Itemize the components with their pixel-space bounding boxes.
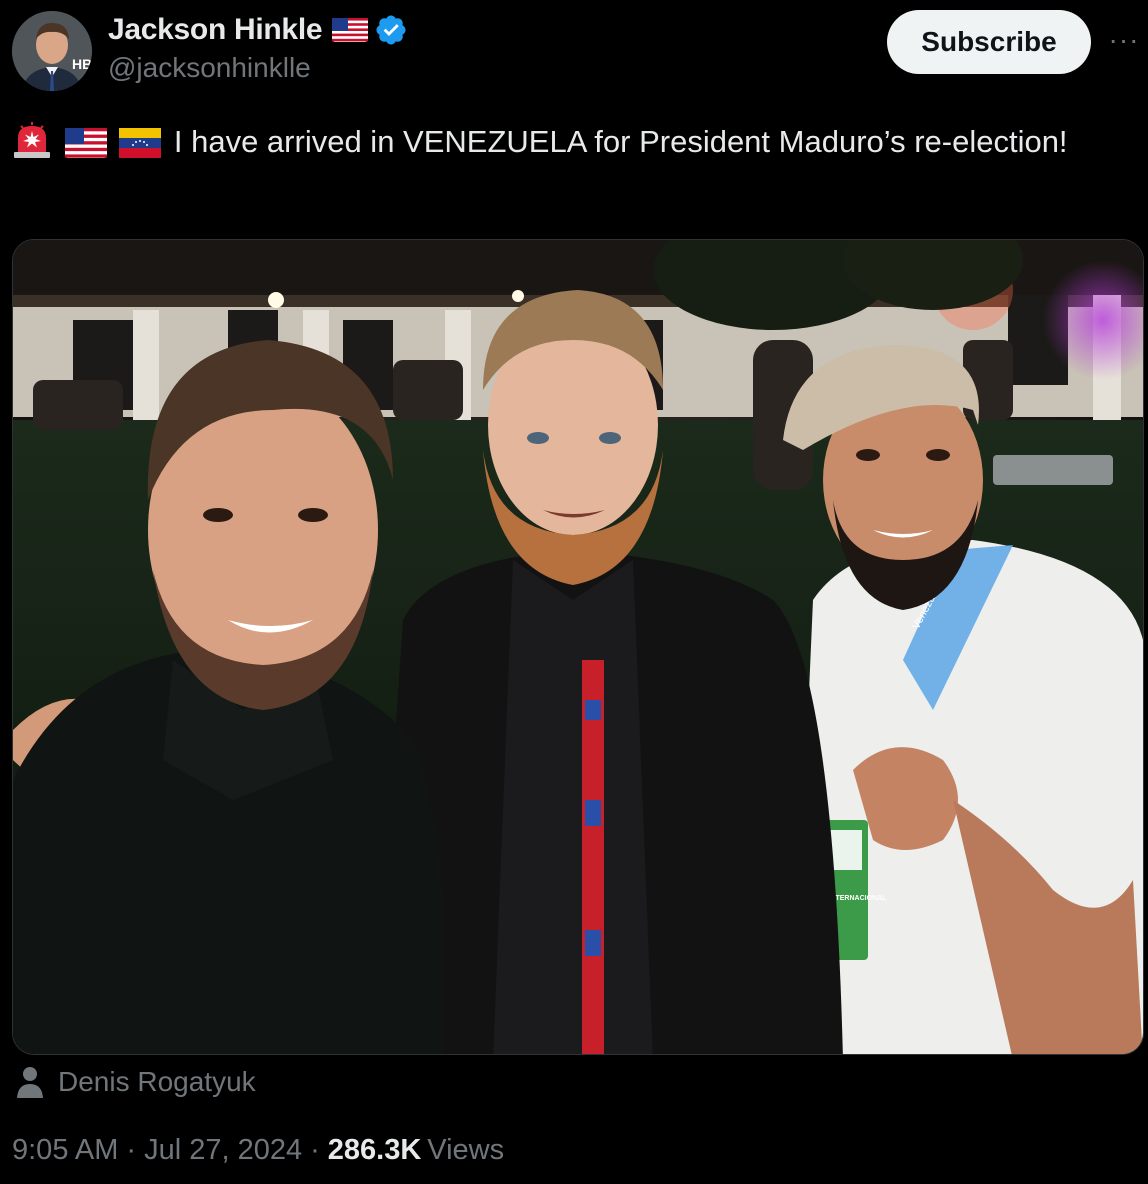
us-flag-icon bbox=[64, 128, 107, 158]
views-count: 286.3K bbox=[327, 1134, 422, 1166]
tagged-user-name[interactable]: Denis Rogatyuk bbox=[58, 1066, 256, 1098]
more-options-icon[interactable]: ··· bbox=[1106, 22, 1142, 58]
venezuela-flag-icon bbox=[119, 128, 162, 158]
tweet-media-photo[interactable]: INVITADO INTERNACIONAL Venezuela bbox=[12, 239, 1144, 1055]
person-icon bbox=[17, 1067, 43, 1098]
author-handle[interactable]: @jacksonhinklle bbox=[108, 52, 311, 84]
tagged-user[interactable]: Denis Rogatyuk bbox=[16, 1062, 256, 1102]
avatar-badge: HB bbox=[72, 56, 92, 72]
tweet-time[interactable]: 9:05 AM bbox=[12, 1134, 118, 1167]
subscribe-button[interactable]: Subscribe bbox=[887, 10, 1091, 74]
author-name-row: Jackson Hinkle bbox=[108, 10, 408, 50]
us-flag-icon bbox=[332, 18, 369, 42]
meta-separator: · bbox=[310, 1134, 320, 1166]
views-label: Views bbox=[427, 1134, 505, 1166]
tweet-metadata: 9:05 AM · Jul 27, 2024 · 286.3K Views bbox=[12, 1134, 504, 1167]
meta-separator: · bbox=[126, 1134, 137, 1166]
author-avatar[interactable]: HB bbox=[12, 11, 92, 91]
tweet-text: I have arrived in VENEZUELA for Presiden… bbox=[12, 118, 1122, 166]
tweet-body: I have arrived in VENEZUELA for Presiden… bbox=[173, 124, 1068, 159]
police-light-icon bbox=[14, 122, 50, 158]
tweet-date[interactable]: Jul 27, 2024 bbox=[144, 1134, 302, 1167]
group-selfie-photo: INVITADO INTERNACIONAL Venezuela bbox=[13, 240, 1143, 1054]
verified-badge-icon[interactable] bbox=[374, 13, 408, 47]
avatar-image: HB bbox=[12, 11, 92, 91]
author-display-name[interactable]: Jackson Hinkle bbox=[108, 13, 323, 47]
